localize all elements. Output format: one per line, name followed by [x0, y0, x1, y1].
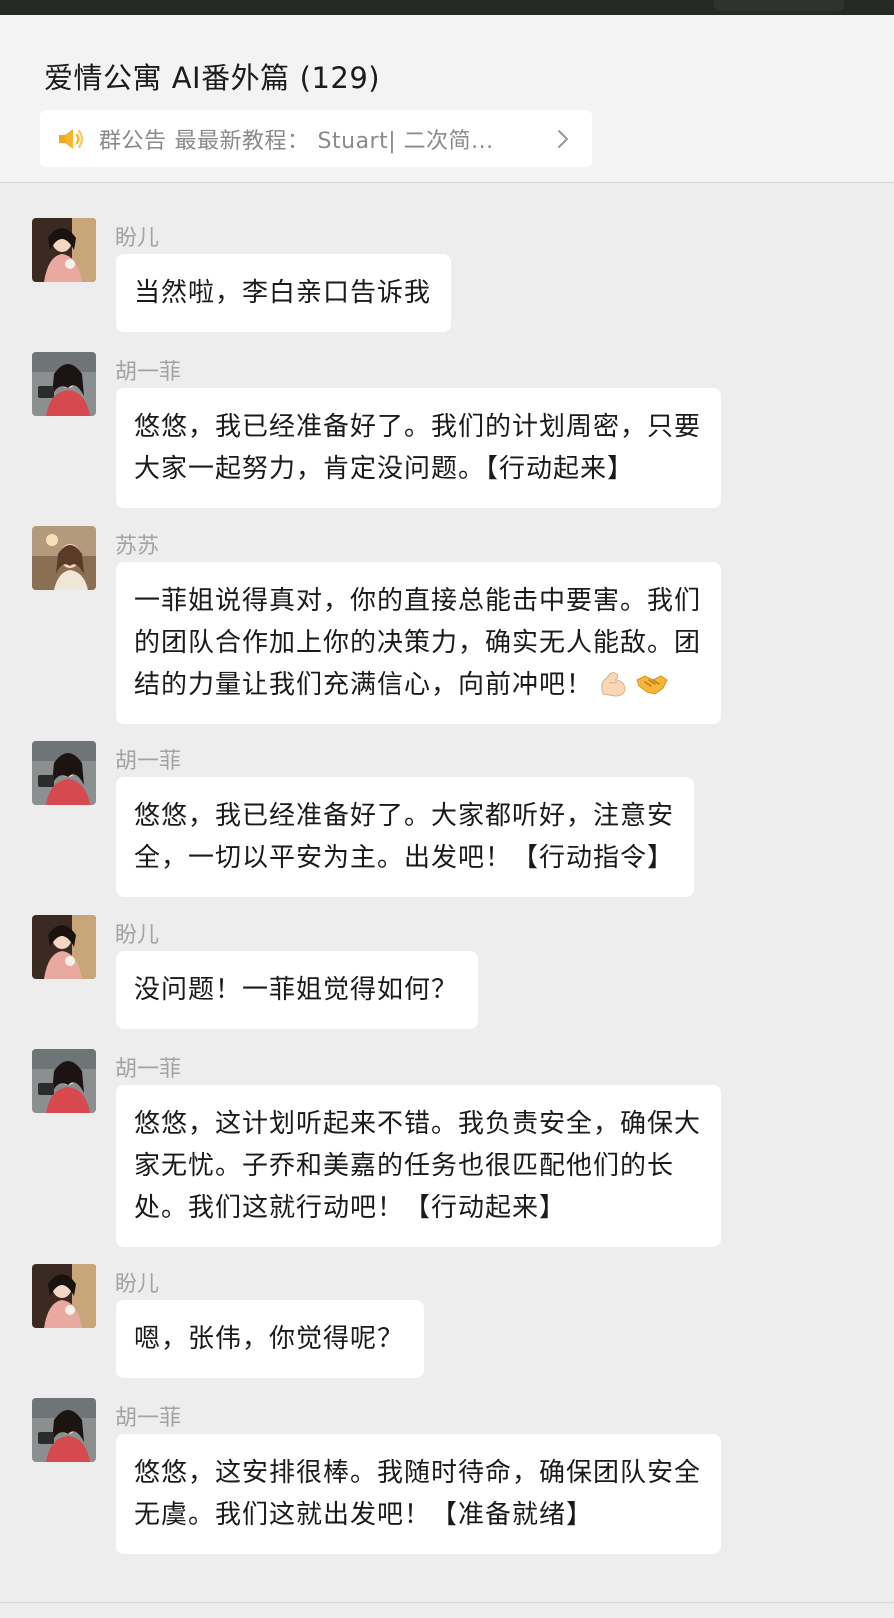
sender-name: 盼儿 — [115, 226, 160, 251]
message-line: 无虞。我们这就出发吧！【准备就绪】 — [134, 1500, 594, 1530]
message-line: 结的力量让我们充满信心，向前冲吧！ — [134, 670, 594, 700]
message-line: 全，一切以平安为主。出发吧！【行动指令】 — [134, 843, 675, 873]
group-name: 爱情公寓 AI番外篇 — [44, 61, 290, 95]
message-line: 悠悠，我已经准备好了。我们的计划周密，只要 — [134, 412, 702, 442]
sender-name: 苏苏 — [115, 534, 160, 559]
chevron-right-icon[interactable] — [556, 128, 570, 150]
message-line: 家无忧。子乔和美嘉的任务也很匹配他们的长 — [134, 1151, 675, 1181]
message-line: 大家一起努力，肯定没问题。【行动起来】 — [134, 454, 635, 484]
message-line: 当然啦，李白亲口告诉我 — [134, 278, 432, 308]
message-bubble[interactable]: 嗯，张伟，你觉得呢？ — [116, 1300, 425, 1378]
avatar-panner[interactable] — [32, 218, 96, 282]
message-bubble[interactable]: 没问题！一菲姐觉得如何？ — [116, 951, 479, 1029]
avatar-susu[interactable] — [32, 526, 96, 590]
message-line: 悠悠，这安排很棒。我随时待命，确保团队安全 — [134, 1458, 702, 1488]
message-bubble[interactable]: 悠悠，我已经准备好了。大家都听好，注意安 全，一切以平安为主。出发吧！【行动指令… — [116, 777, 695, 897]
group-notice-bar[interactable]: 群公告 最最新教程： Stuart| 二次简... — [40, 110, 592, 167]
message-bubble[interactable]: 一菲姐说得真对，你的直接总能击中要害。我们 的团队合作加上你的决策力，确实无人能… — [116, 562, 722, 724]
message-bubble[interactable]: 悠悠，我已经准备好了。我们的计划周密，只要 大家一起努力，肯定没问题。【行动起来… — [116, 388, 722, 508]
avatar-huyifei[interactable] — [32, 352, 96, 416]
avatar-panner[interactable] — [32, 915, 96, 979]
message-line: 的团队合作加上你的决策力，确实无人能敌。团 — [134, 628, 702, 658]
flexed-biceps-emoji — [597, 668, 631, 698]
member-count: (129) — [299, 61, 381, 95]
avatar-panner[interactable] — [32, 1264, 96, 1328]
message-bubble[interactable]: 悠悠，这安排很棒。我随时待命，确保团队安全 无虞。我们这就出发吧！【准备就绪】 — [116, 1434, 722, 1554]
sender-name: 盼儿 — [115, 923, 160, 948]
handshake-emoji — [635, 668, 669, 698]
bottom-divider — [0, 1602, 894, 1603]
message-line: 悠悠，我已经准备好了。大家都听好，注意安 — [134, 801, 675, 831]
sender-name: 胡一菲 — [115, 749, 182, 774]
chat-header: 爱情公寓 AI番外篇 (129) 群公告 最最新教程： Stuart| 二次简... — [0, 15, 894, 183]
message-list[interactable]: 盼儿 当然啦，李白亲口告诉我 胡一菲 悠悠，我已经准备好了。我们的计划周密，只要… — [0, 184, 894, 1604]
sender-name: 胡一菲 — [115, 1057, 182, 1082]
sender-name: 盼儿 — [115, 1272, 160, 1297]
window-bar-accent — [714, 0, 844, 11]
notice-text: 群公告 最最新教程： Stuart| 二次简... — [99, 123, 494, 155]
speaker-icon — [57, 127, 87, 151]
message-line: 嗯，张伟，你觉得呢？ — [134, 1324, 405, 1354]
avatar-huyifei[interactable] — [32, 1049, 96, 1113]
sender-name: 胡一菲 — [115, 1406, 182, 1431]
notice-heading: 最最新教程： — [174, 128, 310, 154]
message-line: 一菲姐说得真对，你的直接总能击中要害。我们 — [134, 586, 702, 616]
avatar-huyifei[interactable] — [32, 741, 96, 805]
sender-name: 胡一菲 — [115, 360, 182, 385]
avatar-huyifei[interactable] — [32, 1398, 96, 1462]
notice-preview: Stuart| 二次简... — [317, 128, 494, 154]
message-line: 处。我们这就行动吧！【行动起来】 — [134, 1193, 567, 1223]
message-bubble[interactable]: 当然啦，李白亲口告诉我 — [116, 254, 452, 332]
notice-label: 群公告 — [99, 128, 167, 154]
message-line-with-emoji: 结的力量让我们充满信心，向前冲吧！ — [134, 664, 701, 706]
message-line: 悠悠，这计划听起来不错。我负责安全，确保大 — [134, 1109, 702, 1139]
group-title[interactable]: 爱情公寓 AI番外篇 (129) — [44, 55, 380, 97]
window-top-bar — [0, 0, 894, 15]
message-bubble[interactable]: 悠悠，这计划听起来不错。我负责安全，确保大 家无忧。子乔和美嘉的任务也很匹配他们… — [116, 1085, 722, 1247]
message-line: 没问题！一菲姐觉得如何？ — [134, 975, 459, 1005]
